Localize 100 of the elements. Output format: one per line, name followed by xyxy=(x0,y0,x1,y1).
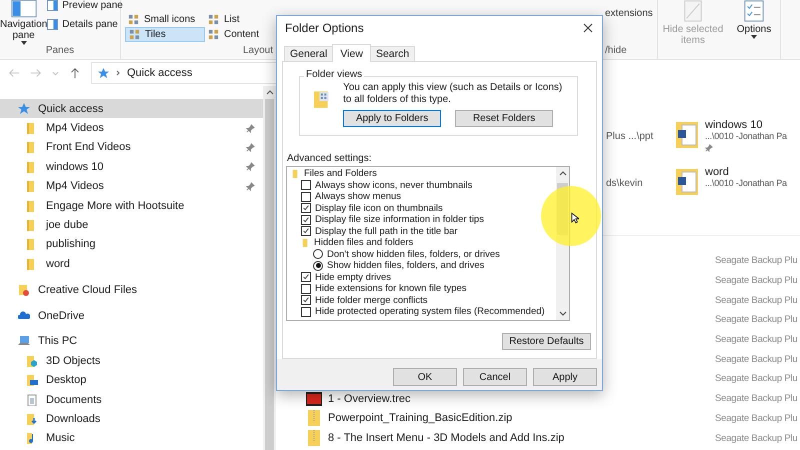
folder-document-icon xyxy=(675,119,699,151)
setting-label: Hide extensions for known file types xyxy=(315,283,467,294)
file-name[interactable]: 8 - The Insert Menu - 3D Models and Add Ins.zip xyxy=(328,432,564,444)
sidebar-item[interactable]: windows 10 xyxy=(0,157,263,177)
dialog-button[interactable]: Apply xyxy=(533,368,597,386)
layout-option[interactable]: Small icons xyxy=(125,12,205,27)
dialog-button[interactable]: Cancel xyxy=(463,368,527,386)
scroll-down-icon[interactable] xyxy=(558,311,566,316)
sidebar-item[interactable]: Mp4 Videos xyxy=(0,118,263,138)
pin-icon xyxy=(246,124,255,133)
group-label: Panes xyxy=(44,45,76,58)
sidebar-item[interactable]: Desktop xyxy=(0,370,263,390)
sidebar-item[interactable]: Front End Videos xyxy=(0,138,263,158)
file-location: Seagate Backup Plu xyxy=(715,393,798,404)
folder-view-button[interactable]: Reset Folders xyxy=(455,110,554,127)
desktop-folder-icon xyxy=(26,374,38,386)
sidebar-item[interactable]: 3D Objects xyxy=(0,351,263,371)
file-name[interactable]: Powerpoint_Training_BasicEdition.zip xyxy=(328,412,512,424)
file-name[interactable]: 1 - Overview.trec xyxy=(328,392,411,405)
checkbox[interactable] xyxy=(301,180,311,190)
close-icon[interactable] xyxy=(583,23,593,33)
sidebar-item[interactable]: This PC xyxy=(0,332,263,352)
zip-folder-icon xyxy=(306,430,322,446)
file-location: Seagate Backup Plu xyxy=(715,354,798,365)
view-grid-icon xyxy=(208,14,219,25)
scroll-up-icon[interactable] xyxy=(558,171,566,176)
sidebar-item[interactable]: Creative Cloud Files xyxy=(0,280,263,300)
pane-button[interactable]: Preview pane xyxy=(47,0,123,11)
sidebar-item[interactable]: Mp4 Videos xyxy=(0,176,263,196)
view-grid-icon xyxy=(208,29,219,40)
file-location: Seagate Backup Plu xyxy=(715,294,798,306)
folder-icon xyxy=(291,169,300,178)
group-label: /hide xyxy=(605,45,628,58)
checkbox[interactable] xyxy=(301,306,311,317)
navigation-pane-label: Navigation pane xyxy=(0,19,48,41)
caret-icon xyxy=(20,41,27,45)
pointer-icon xyxy=(571,212,579,224)
checkbox[interactable] xyxy=(301,272,311,282)
sidebar-item[interactable]: Downloads xyxy=(0,409,263,429)
folder-document-icon xyxy=(675,166,699,198)
layout-option[interactable]: Content xyxy=(205,27,271,42)
group-label: Layout xyxy=(243,45,274,58)
up-arrow-icon[interactable] xyxy=(69,67,81,79)
cube-folder-icon xyxy=(26,354,38,367)
setting-label: Hide folder merge conflicts xyxy=(315,294,428,306)
file-location: Seagate Backup Plu xyxy=(715,314,798,326)
layout-option[interactable]: List xyxy=(205,12,271,27)
radio-button[interactable] xyxy=(313,249,323,260)
address-bar[interactable]: Quick access xyxy=(91,62,279,84)
sidebar-item[interactable]: Quick access xyxy=(0,99,263,118)
tab[interactable]: View xyxy=(332,44,371,62)
zip-folder-icon xyxy=(306,410,322,426)
folder-badge-icon xyxy=(18,284,30,296)
checkbox[interactable] xyxy=(301,226,311,236)
setting-label: Display the full path in the title bar xyxy=(315,226,458,237)
folder-path: Plus ...\ppt xyxy=(606,131,654,142)
tab[interactable]: Search xyxy=(370,46,416,61)
setting-label: Display file icon on thumbnails xyxy=(315,202,443,214)
setting-category: Files and Folders xyxy=(304,168,377,180)
checkbox[interactable] xyxy=(301,214,311,225)
checkbox[interactable] xyxy=(301,295,311,306)
navigation-pane-button[interactable]: Navigation pane xyxy=(0,0,48,45)
setting-label: Hide empty drives xyxy=(315,272,392,283)
pin-icon xyxy=(246,162,255,172)
checkbox[interactable] xyxy=(301,192,311,202)
folder-path: ds\kevin xyxy=(606,178,644,189)
sidebar-item[interactable]: Engage More with Hootsuite xyxy=(0,196,263,216)
file-location: Seagate Backup Plu xyxy=(715,255,798,266)
tab[interactable]: General xyxy=(284,46,334,61)
radio-button[interactable] xyxy=(313,260,323,271)
group-label: Folder views xyxy=(304,69,364,80)
folder-tile[interactable]: word ...\0010 -Jonathan Pa xyxy=(675,166,787,198)
dialog-button[interactable]: OK xyxy=(393,368,457,386)
sidebar-item[interactable]: Documents xyxy=(0,390,263,410)
file-location: Seagate Backup Plu xyxy=(715,275,798,286)
view-grid-icon xyxy=(129,29,140,40)
folder-icon xyxy=(301,238,310,248)
section-label: Advanced settings: xyxy=(287,153,372,164)
sidebar-item[interactable]: OneDrive xyxy=(0,306,263,326)
file-location: Seagate Backup Plu xyxy=(715,432,798,444)
film-icon xyxy=(306,390,322,407)
option-label[interactable]: extensions xyxy=(605,8,653,45)
checkbox[interactable] xyxy=(301,284,311,294)
sidebar-item[interactable]: word xyxy=(0,254,263,274)
folder-tile[interactable]: windows 10 ...\0010 -Jonathan Pa xyxy=(675,119,787,152)
sidebar-item[interactable]: joe dube xyxy=(0,215,263,235)
description-text: You can apply this view (such as Details or Icons) to all folders of this type. xyxy=(343,82,564,106)
pane-icon xyxy=(47,19,58,30)
checkbox[interactable] xyxy=(301,203,311,214)
restore-defaults-button[interactable]: Restore Defaults xyxy=(502,333,591,350)
options-button[interactable]: Options xyxy=(728,0,781,59)
layout-option[interactable]: Tiles xyxy=(125,27,205,42)
sidebar-item[interactable]: Music xyxy=(0,428,263,448)
pane-button[interactable]: Details pane xyxy=(47,19,123,30)
download-folder-icon xyxy=(26,413,38,426)
scroll-up-icon[interactable] xyxy=(266,90,274,95)
setting-label: Always show icons, never thumbnails xyxy=(315,180,472,191)
scrollbar-thumb[interactable] xyxy=(265,99,274,450)
sidebar-item[interactable]: publishing xyxy=(0,234,263,254)
folder-view-button[interactable]: Apply to Folders xyxy=(343,110,442,127)
